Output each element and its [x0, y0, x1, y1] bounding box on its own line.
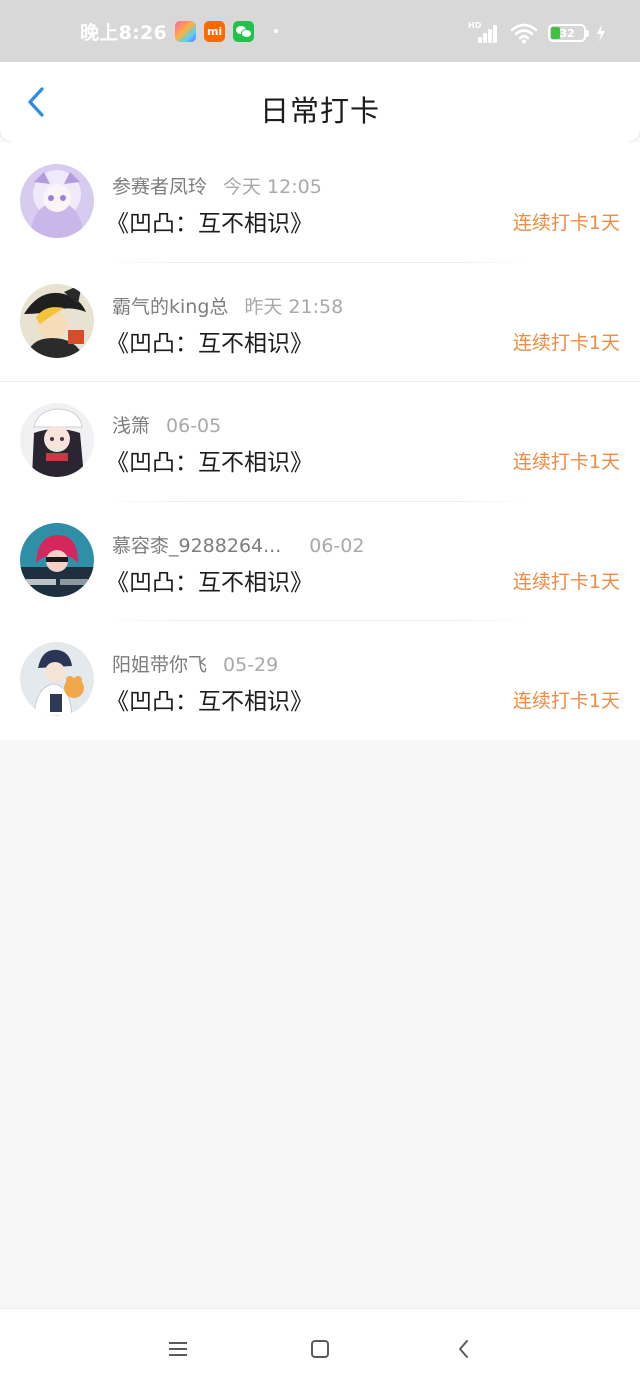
course-title[interactable]: 《凹凸：互不相识》	[106, 682, 313, 716]
course-title[interactable]: 《凹凸：互不相识》	[106, 443, 313, 477]
checkin-time: 06-05	[166, 415, 222, 437]
avatar[interactable]	[20, 283, 94, 358]
avatar[interactable]	[20, 522, 94, 597]
avatar[interactable]	[20, 403, 94, 477]
list-item[interactable]: 慕容桼_9288264... 06-02 《凹凸：互不相识》 连续打卡1天	[0, 500, 640, 621]
list-item[interactable]: 浅箫 06-05 《凹凸：互不相识》 连续打卡1天	[0, 381, 640, 501]
streak-label: 连续打卡1天	[512, 331, 620, 354]
mi-app-icon: mi	[204, 20, 226, 42]
home-square-icon	[311, 1340, 329, 1358]
notification-dot-icon	[274, 29, 279, 33]
checkin-time: 昨天 21:58	[244, 295, 344, 318]
checkin-time: 今天 12:05	[223, 176, 322, 198]
streak-label: 连续打卡1天	[512, 690, 620, 712]
system-nav-bar	[0, 1308, 640, 1387]
username[interactable]: 阳姐带你飞	[112, 654, 207, 676]
streak-label: 连续打卡1天	[512, 570, 620, 593]
header: 日常打卡	[0, 62, 640, 142]
avatar[interactable]	[20, 164, 94, 238]
username[interactable]: 浅箫	[112, 415, 150, 437]
checkin-meta: 慕容桼_9288264... 06-02	[112, 531, 364, 558]
chevron-left-icon	[459, 1340, 468, 1358]
list-item[interactable]: 参赛者凤玲 今天 12:05 《凹凸：互不相识》 连续打卡1天	[0, 142, 640, 262]
checkin-time: 06-02	[309, 534, 365, 557]
avatar[interactable]	[20, 642, 94, 716]
charging-icon	[597, 24, 605, 42]
streak-label: 连续打卡1天	[512, 451, 620, 473]
signal-icon: HD	[468, 21, 500, 43]
username[interactable]: 霸气的king总	[112, 296, 228, 318]
system-back-button[interactable]	[450, 1335, 478, 1363]
network-label: HD	[468, 21, 482, 30]
username[interactable]: 参赛者凤玲	[112, 176, 207, 198]
checkin-meta: 霸气的king总 昨天 21:58	[112, 292, 343, 319]
page-title: 日常打卡	[259, 94, 380, 128]
checkin-meta: 浅箫 06-05	[112, 411, 221, 438]
menu-button[interactable]	[164, 1335, 192, 1363]
status-time: 晚上8:26	[80, 21, 168, 44]
battery-icon: 32	[548, 24, 589, 42]
battery-level: 32	[559, 26, 575, 40]
course-title[interactable]: 《凹凸：互不相识》	[106, 324, 313, 358]
home-button[interactable]	[306, 1335, 334, 1363]
checkin-meta: 参赛者凤玲 今天 12:05	[112, 172, 322, 199]
list-item[interactable]: 阳姐带你飞 05-29 《凹凸：互不相识》 连续打卡1天	[0, 620, 640, 740]
status-bar: 晚上8:26 mi HD 32	[0, 0, 640, 62]
checkin-meta: 阳姐带你飞 05-29	[112, 650, 278, 677]
list-item[interactable]: 霸气的king总 昨天 21:58 《凹凸：互不相识》 连续打卡1天	[0, 261, 640, 382]
wifi-icon	[510, 23, 538, 44]
menu-icon	[169, 1342, 187, 1356]
wechat-icon	[233, 20, 255, 42]
checkin-time: 05-29	[223, 654, 279, 676]
course-title[interactable]: 《凹凸：互不相识》	[106, 563, 313, 597]
streak-label: 连续打卡1天	[512, 212, 620, 234]
checkin-list: 参赛者凤玲 今天 12:05 《凹凸：互不相识》 连续打卡1天 霸气的king总昨…	[0, 142, 640, 740]
username[interactable]: 慕容桼_9288264...	[112, 535, 281, 557]
gallery-app-icon	[175, 20, 197, 42]
course-title[interactable]: 《凹凸：互不相识》	[106, 204, 313, 238]
